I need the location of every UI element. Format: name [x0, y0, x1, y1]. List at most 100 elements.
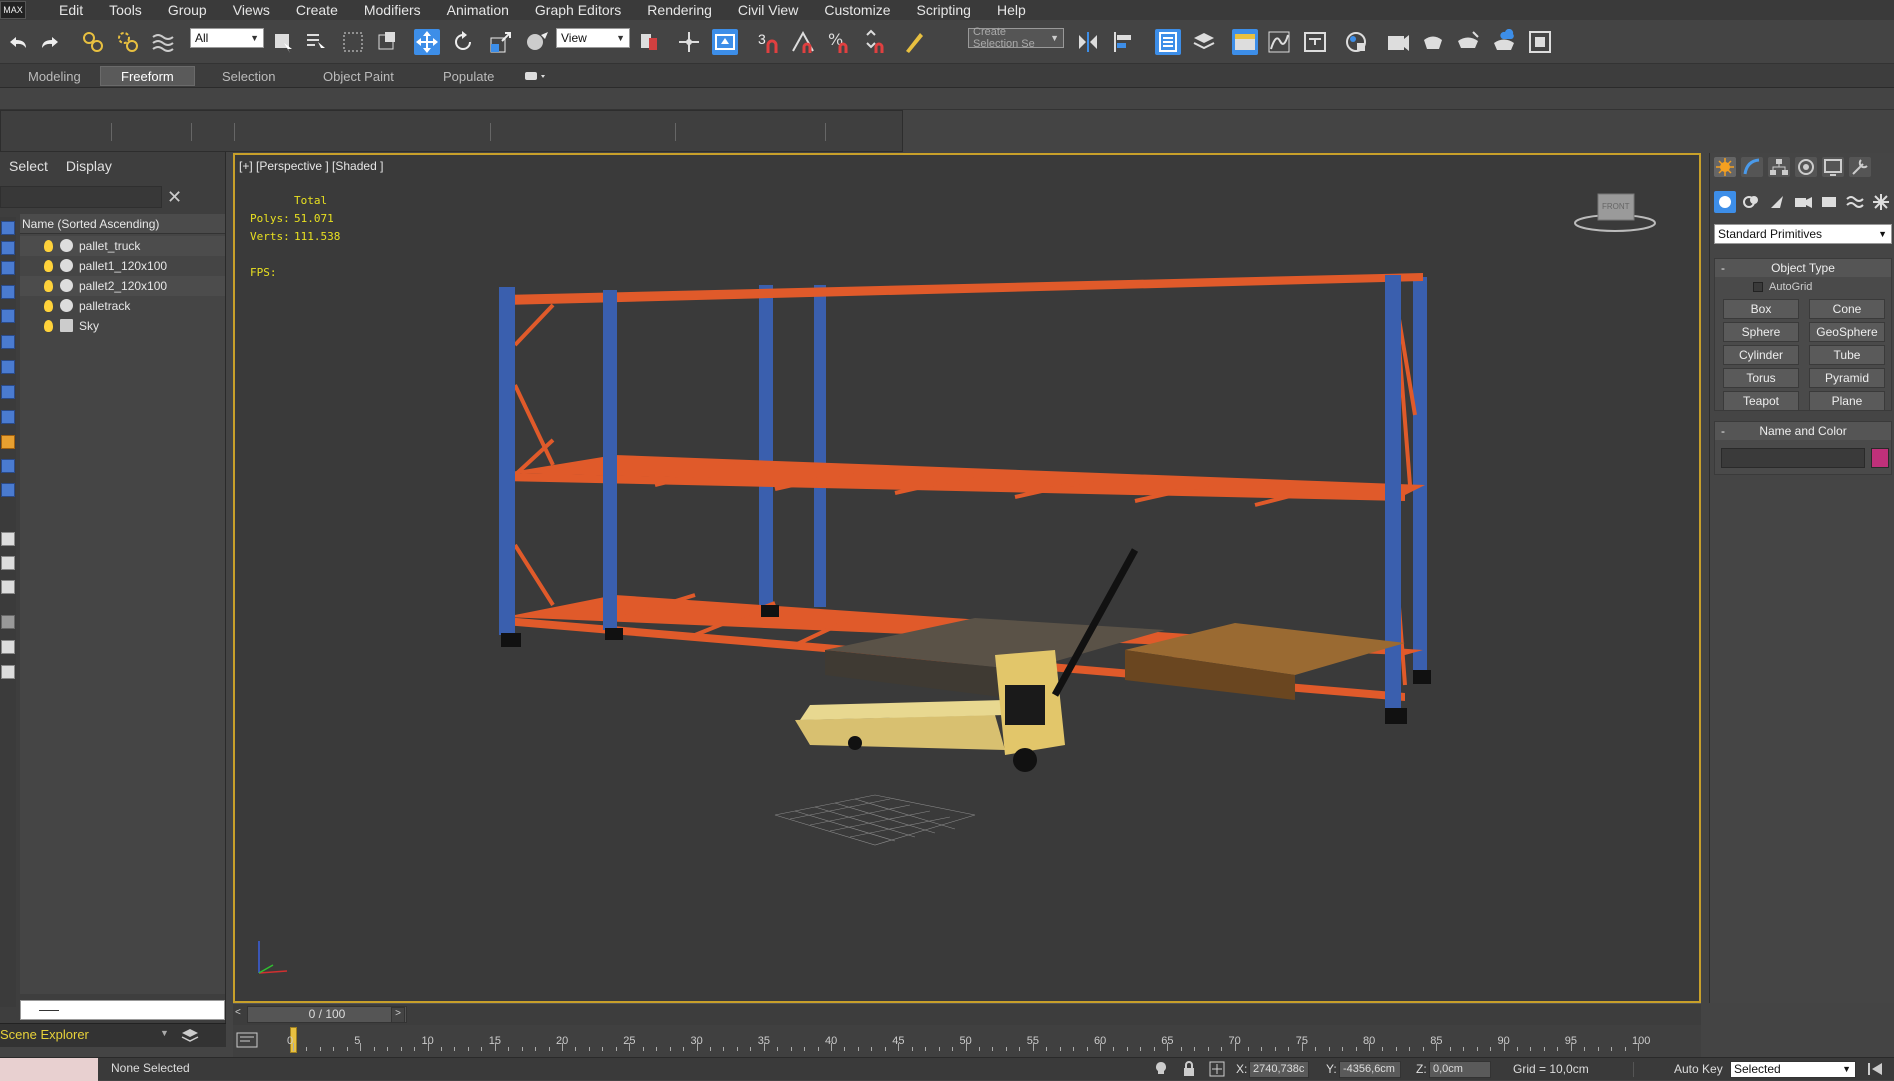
cameras-category-icon[interactable] [1792, 191, 1814, 213]
light-bulb-icon[interactable] [44, 280, 53, 292]
unlink-icon[interactable] [115, 29, 141, 55]
display-none-icon[interactable] [1, 221, 15, 235]
menu-item-graph-editors[interactable]: Graph Editors [522, 2, 634, 18]
cone-button[interactable]: Cone [1809, 299, 1885, 319]
selection-filter-dropdown[interactable]: All ▼ [190, 28, 264, 48]
render-production-icon[interactable] [1455, 29, 1481, 55]
helpers-category-icon[interactable] [1818, 191, 1840, 213]
perspective-viewport[interactable]: [+] [Perspective ] [Shaded ] Total Polys… [233, 153, 1701, 1003]
tab-select[interactable]: Select [0, 158, 57, 178]
tube-button[interactable]: Tube [1809, 345, 1885, 365]
filter-icon[interactable] [1, 615, 15, 629]
auto-key-button[interactable]: Auto Key [1674, 1062, 1723, 1076]
select-object-icon[interactable] [270, 29, 296, 55]
geosphere-button[interactable]: GeoSphere [1809, 322, 1885, 342]
shapes-category-icon[interactable] [1740, 191, 1762, 213]
select-and-scale-icon[interactable] [488, 29, 514, 55]
chevron-down-icon[interactable]: ▼ [160, 1028, 169, 1038]
render-setup-icon[interactable] [1385, 29, 1411, 55]
object-name-input[interactable] [1721, 448, 1865, 468]
lock-icon[interactable] [1180, 1060, 1198, 1081]
geometry-category-icon[interactable] [1714, 191, 1736, 213]
undo-icon[interactable] [4, 29, 30, 55]
isolate-selection-icon[interactable] [1152, 1060, 1170, 1081]
display-bones-icon[interactable] [1, 459, 15, 473]
systems-category-icon[interactable] [1870, 191, 1892, 213]
display-cameras-icon[interactable] [1, 335, 15, 349]
tab-selection[interactable]: Selection [202, 66, 295, 86]
maxscript-listener-field[interactable] [0, 1058, 98, 1081]
sphere-button[interactable]: Sphere [1723, 322, 1799, 342]
viewcube-face-label[interactable]: FRONT [1602, 202, 1630, 211]
scene-explorer-label[interactable]: Scene Explorer [0, 1027, 89, 1042]
rendered-frame-window-icon[interactable] [1420, 29, 1446, 55]
y-coordinate-field[interactable]: -4356,6cm [1339, 1061, 1401, 1078]
viewcube[interactable]: FRONT [1571, 188, 1661, 241]
light-bulb-icon[interactable] [44, 260, 53, 272]
menu-item-civil-view[interactable]: Civil View [725, 2, 811, 18]
object-color-swatch[interactable] [1871, 448, 1889, 468]
display-geometry-icon[interactable] [1, 261, 15, 275]
close-icon[interactable]: ✕ [167, 187, 182, 208]
display-lights-icon[interactable] [1, 309, 15, 323]
toggle-ribbon-icon[interactable] [1232, 29, 1258, 55]
layer-explorer-icon[interactable] [1191, 29, 1217, 55]
chevron-right-icon[interactable]: > [391, 1007, 405, 1023]
z-coordinate-field[interactable]: 0,0cm [1429, 1061, 1491, 1078]
render-cloud-icon[interactable] [1491, 28, 1517, 55]
menu-item-views[interactable]: Views [220, 2, 283, 18]
angle-snap-icon[interactable] [790, 29, 816, 55]
align-icon[interactable] [1111, 29, 1137, 55]
display-groups-icon[interactable] [1, 410, 15, 424]
light-bulb-icon[interactable] [44, 320, 53, 332]
primitive-category-dropdown[interactable]: Standard Primitives ▼ [1714, 224, 1892, 244]
chevron-left-icon[interactable]: < [235, 1007, 241, 1018]
select-and-link-icon[interactable] [80, 29, 106, 55]
percent-snap-icon[interactable]: % [826, 29, 852, 55]
select-by-name-icon[interactable] [303, 29, 329, 55]
redo-icon[interactable] [38, 29, 64, 55]
create-tab-icon[interactable] [1714, 157, 1736, 177]
toggle-scene-explorer-icon[interactable] [1155, 29, 1181, 55]
menu-item-customize[interactable]: Customize [811, 2, 903, 18]
bind-spacewarp-icon[interactable] [150, 29, 176, 55]
menu-item-tools[interactable]: Tools [96, 2, 155, 18]
snaps-toggle-icon[interactable]: 3 [756, 29, 782, 55]
list-item[interactable]: pallet_truck [20, 236, 225, 256]
motion-tab-icon[interactable] [1795, 157, 1817, 177]
autogrid-checkbox[interactable]: AutoGrid [1753, 281, 1812, 293]
light-bulb-icon[interactable] [44, 240, 53, 252]
named-selection-set-field[interactable]: Create Selection Se ▼ [968, 26, 1064, 50]
menu-item-create[interactable]: Create [283, 2, 351, 18]
find-icon[interactable] [1, 640, 15, 654]
list-view-icon[interactable] [1, 532, 15, 546]
list-item[interactable]: palletrack [20, 296, 225, 316]
rectangular-selection-icon[interactable] [340, 29, 366, 55]
utilities-tab-icon[interactable] [1849, 157, 1871, 177]
absolute-mode-transform-icon[interactable] [1208, 1060, 1226, 1081]
tab-modeling[interactable]: Modeling [8, 66, 101, 86]
schematic-view-icon[interactable] [1302, 29, 1328, 55]
display-containers-icon[interactable] [1, 483, 15, 497]
tab-object-paint[interactable]: Object Paint [303, 66, 414, 86]
reference-coordinate-dropdown[interactable]: View ▼ [556, 28, 630, 48]
pyramid-button[interactable]: Pyramid [1809, 368, 1885, 388]
x-coordinate-field[interactable]: 2740,738c [1249, 1061, 1309, 1078]
menu-item-rendering[interactable]: Rendering [634, 2, 725, 18]
explorer-resize-bar[interactable] [20, 1000, 225, 1020]
render-in-viewport-icon[interactable] [1527, 29, 1553, 55]
box-button[interactable]: Box [1723, 299, 1799, 319]
cylinder-button[interactable]: Cylinder [1723, 345, 1799, 365]
invert-selection-icon[interactable] [1, 556, 15, 570]
ribbon-options-icon[interactable] [518, 66, 556, 86]
layers-icon[interactable] [180, 1026, 200, 1047]
window-crossing-icon[interactable] [375, 29, 401, 55]
menu-item-group[interactable]: Group [155, 2, 220, 18]
list-item[interactable]: pallet1_120x100 [20, 256, 225, 276]
light-bulb-icon[interactable] [44, 300, 53, 312]
spinner-snap-icon[interactable] [862, 29, 888, 55]
menu-item-scripting[interactable]: Scripting [903, 2, 983, 18]
modify-tab-icon[interactable] [1741, 157, 1763, 177]
tab-display[interactable]: Display [57, 158, 121, 178]
plane-button[interactable]: Plane [1809, 391, 1885, 411]
